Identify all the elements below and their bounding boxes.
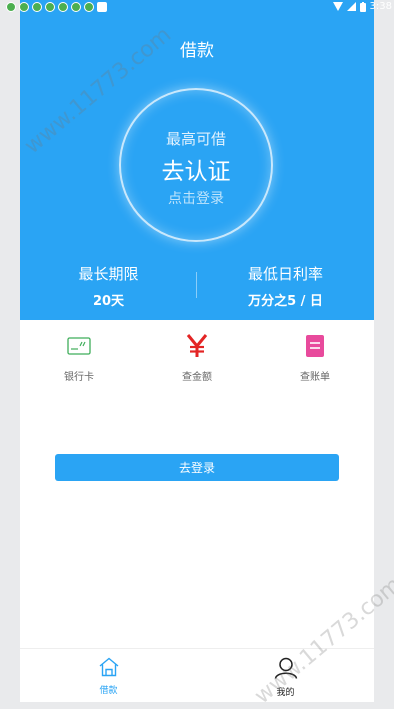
- page-title: 借款: [180, 41, 214, 61]
- tab-loan-label: 借款: [99, 686, 118, 696]
- bill-icon: [306, 335, 324, 357]
- bank-card-button[interactable]: 银行卡: [20, 332, 138, 383]
- tab-loan[interactable]: 借款: [20, 657, 197, 696]
- status-right: 3:38: [332, 1, 392, 12]
- status-bar: 3:38: [0, 0, 394, 16]
- app-notification-icon: [19, 2, 29, 12]
- wifi-icon: [332, 2, 343, 11]
- notification-icons: [6, 2, 107, 12]
- login-hint: 点击登录: [168, 191, 224, 207]
- max-amount-label: 最高可借: [165, 130, 226, 148]
- battery-icon: [359, 1, 366, 12]
- check-amount-label: 查金额: [182, 372, 212, 383]
- min-rate-label: 最低日利率: [247, 265, 323, 283]
- app-notification-icon: [6, 2, 16, 12]
- home-icon: [99, 657, 118, 677]
- check-bill-label: 查账单: [300, 372, 330, 383]
- loan-hero: 借款 最高可借 去认证 点击登录 最长期限 20天 最低日利率 万分之5 / 日: [20, 0, 374, 320]
- max-term-value: 20天: [92, 294, 125, 309]
- app-notification-icon: [45, 2, 55, 12]
- image-notification-icon: [97, 2, 107, 12]
- check-amount-button[interactable]: 查金额: [138, 332, 256, 383]
- check-bill-button[interactable]: 查账单: [256, 332, 374, 383]
- app-notification-icon: [84, 2, 94, 12]
- min-rate-stat: 最低日利率 万分之5 / 日: [197, 263, 374, 309]
- min-rate-value: 万分之5 / 日: [248, 294, 323, 309]
- max-term-stat: 最长期限 20天: [20, 263, 197, 309]
- app-notification-icon: [58, 2, 68, 12]
- app-notification-icon: [32, 2, 42, 12]
- signal-icon: [346, 2, 356, 11]
- max-term-label: 最长期限: [78, 265, 139, 283]
- app-notification-icon: [71, 2, 81, 12]
- clock: 3:38: [369, 1, 392, 12]
- login-circle[interactable]: 最高可借 去认证 点击登录: [119, 88, 273, 242]
- login-button[interactable]: 去登录: [55, 454, 339, 481]
- bank-card-icon: [67, 337, 91, 355]
- bank-card-label: 银行卡: [64, 372, 94, 383]
- verify-text: 去认证: [161, 159, 231, 185]
- yen-icon: [186, 334, 208, 357]
